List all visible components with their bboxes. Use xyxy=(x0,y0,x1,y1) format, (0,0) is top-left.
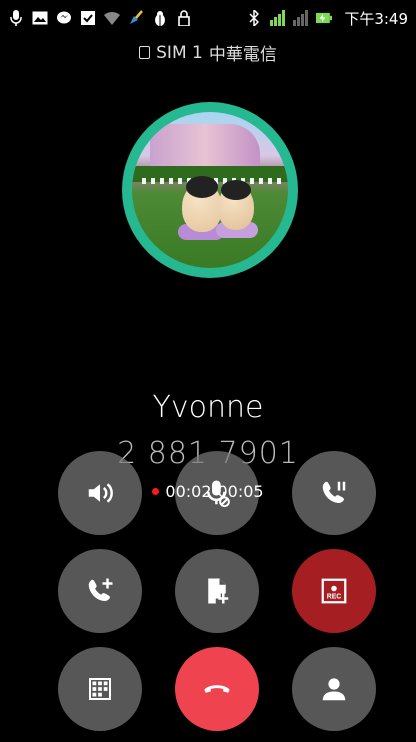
end-call-icon xyxy=(204,685,230,693)
status-right: 下午3:49 xyxy=(246,8,408,29)
contact-icon xyxy=(322,678,346,701)
record-time: 00:02 xyxy=(165,482,212,501)
call-duration: 00:05 xyxy=(217,482,264,501)
bluetooth-icon xyxy=(246,10,262,26)
status-time: 下午3:49 xyxy=(344,9,408,28)
sim-card-icon xyxy=(139,46,151,59)
status-left xyxy=(8,10,192,26)
contact-name: Yvonne xyxy=(152,390,264,425)
battery-charging-icon xyxy=(316,10,333,26)
signal-no-service-icon xyxy=(293,10,309,26)
sim-label: SIM 1 xyxy=(156,42,203,63)
signal-icon xyxy=(270,10,286,26)
contact-avatar-photo xyxy=(132,112,288,268)
record-icon: REC xyxy=(321,578,347,604)
add-note-icon xyxy=(208,578,229,604)
lock-icon xyxy=(176,10,192,26)
checkbox-icon xyxy=(80,10,96,26)
add-note-button[interactable] xyxy=(175,549,259,633)
sim-carrier-line: SIM 1 中華電信 xyxy=(0,40,416,65)
carrier-name: 中華電信 xyxy=(208,45,277,65)
image-icon xyxy=(32,10,48,26)
dialpad-icon xyxy=(89,678,111,700)
cleaner-icon xyxy=(128,10,144,26)
call-timer: 00:02 00:05 xyxy=(0,482,416,501)
bug-icon xyxy=(152,10,168,26)
end-call-button[interactable] xyxy=(175,647,259,731)
record-button[interactable]: REC xyxy=(292,549,376,633)
recording-indicator xyxy=(152,488,160,495)
messenger-icon xyxy=(56,10,72,26)
status-bar: 下午3:49 xyxy=(0,0,416,36)
contacts-button[interactable] xyxy=(292,647,376,731)
wifi-icon xyxy=(104,10,120,26)
mic-icon xyxy=(8,10,24,26)
record-label: REC xyxy=(327,594,342,601)
add-call-icon xyxy=(88,578,113,601)
contact-avatar-ring xyxy=(122,102,298,278)
add-call-button[interactable] xyxy=(58,549,142,633)
dialpad-button[interactable] xyxy=(58,647,142,731)
